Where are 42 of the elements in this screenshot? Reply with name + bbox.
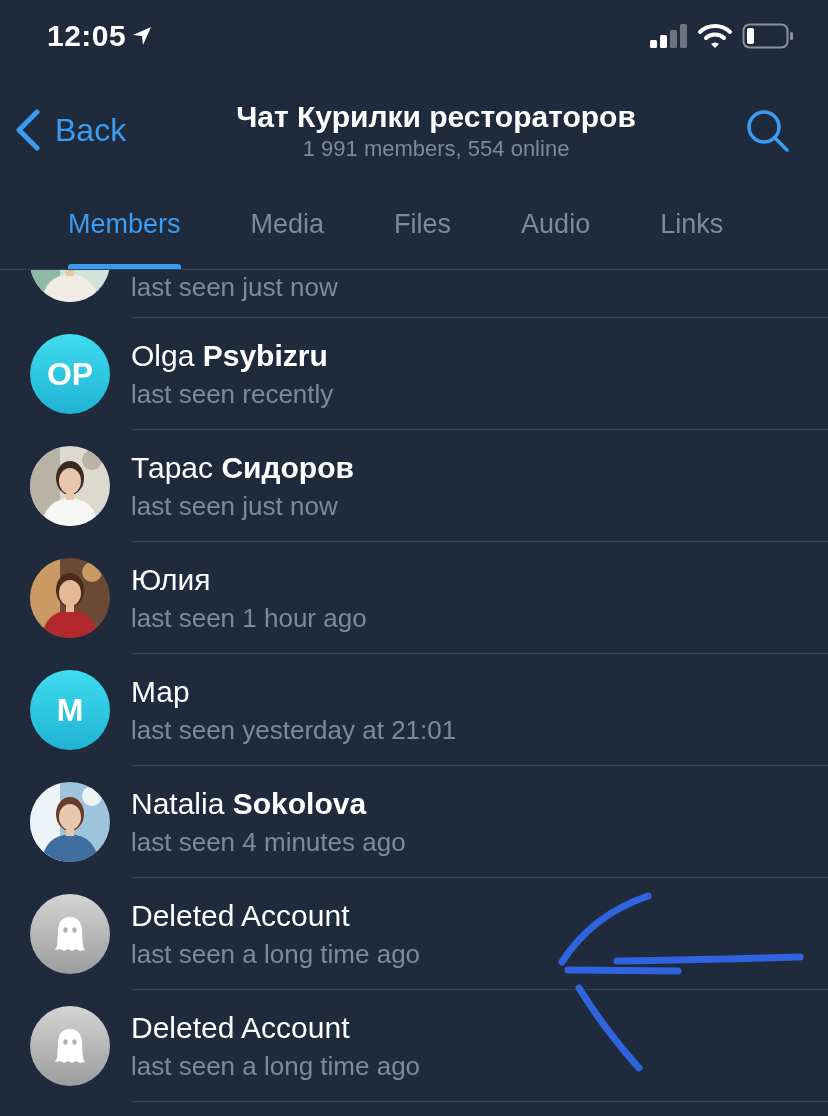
member-row[interactable]: M Мар last seen yesterday at 21:01 <box>0 654 828 766</box>
signal-icon <box>650 24 688 48</box>
member-name: Natalia Sokolova <box>131 785 368 822</box>
last-seen-status: last seen yesterday at 21:01 <box>131 713 458 747</box>
back-button[interactable]: Back <box>15 109 127 151</box>
member-row[interactable]: Deleted Account last seen a long time ago <box>0 990 828 1102</box>
location-arrow-icon <box>132 26 153 46</box>
avatar-initials: M <box>30 670 110 750</box>
member-name: Olga Psybizru <box>131 337 329 374</box>
member-name: Мар <box>131 673 191 710</box>
member-row[interactable]: Тарас Сидоров last seen just now <box>0 430 828 542</box>
last-seen-status: last seen a long time ago <box>131 1049 422 1083</box>
member-row[interactable]: Deleted Account last seen a long time ago <box>0 878 828 990</box>
member-row[interactable]: Natalia Sokolova last seen 4 minutes ago <box>0 766 828 878</box>
wifi-icon <box>698 24 732 48</box>
tab[interactable]: Audio <box>521 180 591 269</box>
last-seen-status: last seen a long time ago <box>131 937 422 971</box>
battery-icon <box>742 23 794 49</box>
avatar-initials: OP <box>30 334 110 414</box>
clock-time: 12:05 <box>47 19 127 53</box>
member-row[interactable]: OP Olga Psybizru last seen recently <box>0 318 828 430</box>
chevron-left-icon <box>15 109 41 151</box>
last-seen-status: last seen 4 minutes ago <box>131 825 407 859</box>
last-seen-status: last seen 1 hour ago <box>131 601 368 635</box>
member-row[interactable]: Юлия last seen 1 hour ago <box>0 542 828 654</box>
last-seen-status: last seen just now <box>131 489 339 523</box>
member-name: Юлия <box>131 561 212 598</box>
chat-title: Чат Курилки рестораторов <box>236 99 636 135</box>
member-row[interactable]: last seen just now <box>0 270 828 318</box>
tab[interactable]: Members <box>68 180 181 269</box>
tab[interactable]: Media <box>250 180 325 269</box>
last-seen-status: last seen just now <box>131 271 339 304</box>
member-name: Deleted Account <box>131 897 351 934</box>
ghost-icon <box>55 916 85 952</box>
search-icon[interactable] <box>746 109 790 153</box>
member-name: Deleted Account <box>131 1009 351 1046</box>
last-seen-status: last seen recently <box>131 377 335 411</box>
chat-subtitle: 1 991 members, 554 online <box>302 135 570 163</box>
tab[interactable]: Files <box>394 180 452 269</box>
ghost-icon <box>55 1028 85 1064</box>
tab[interactable]: Links <box>660 180 724 269</box>
member-name: Тарас Сидоров <box>131 449 355 486</box>
